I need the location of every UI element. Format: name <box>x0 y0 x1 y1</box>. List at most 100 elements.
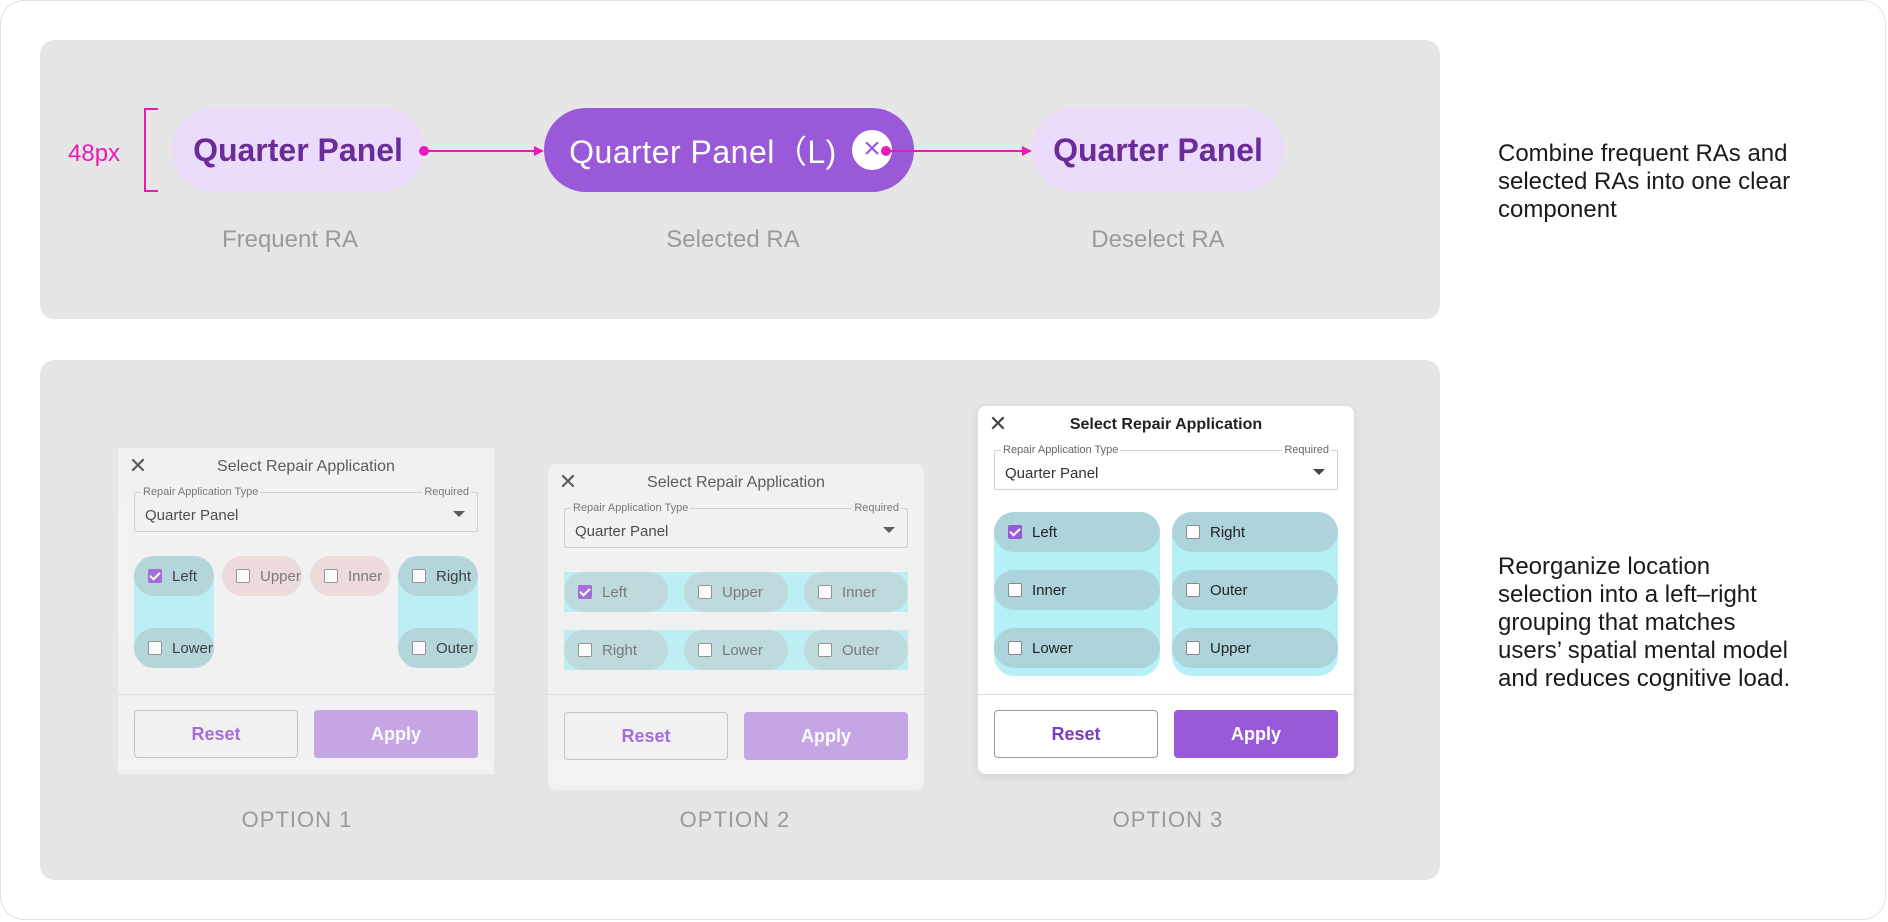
dialog-title: Select Repair Application <box>217 458 395 475</box>
checkbox-inner[interactable]: Inner <box>994 570 1160 610</box>
divider <box>978 694 1354 695</box>
note-bottom-line: grouping that matches <box>1498 609 1736 636</box>
apply-button[interactable]: Apply <box>1174 710 1338 758</box>
chevron-down-icon <box>1313 469 1325 475</box>
note-bottom-line: Reorganize location <box>1498 553 1711 580</box>
checkbox-icon <box>412 641 426 655</box>
caption-option-1: OPTION 1 <box>241 807 353 832</box>
option-label: Right <box>1210 523 1246 541</box>
repair-type-select[interactable]: Repair Application Type Required Quarter… <box>994 444 1338 490</box>
checkbox-lower[interactable]: Lower <box>994 628 1160 668</box>
divider <box>548 694 924 695</box>
option-label: Inner <box>842 583 877 601</box>
chevron-down-icon <box>453 511 465 517</box>
dialog-title: Select Repair Application <box>647 474 825 491</box>
note-bottom-line: selection into a left–right <box>1498 581 1757 608</box>
checkbox-icon <box>1186 641 1200 655</box>
option-label: Upper <box>722 583 763 601</box>
note-top: Combine frequent RAs and selected RAs in… <box>1498 140 1838 224</box>
caption-option-3: OPTION 3 <box>1112 807 1224 832</box>
checkbox-lower[interactable]: Lower <box>134 628 214 668</box>
remove-chip-icon[interactable]: × <box>852 130 892 170</box>
checkbox-right[interactable]: Right <box>1172 512 1338 552</box>
checkbox-lower[interactable]: Lower <box>684 630 788 670</box>
option-label: Left <box>602 583 628 601</box>
caption-selected-ra: Selected RA <box>666 226 800 253</box>
checkbox-upper[interactable]: Upper <box>684 572 788 612</box>
reset-button[interactable]: Reset <box>134 710 298 758</box>
chip-selected-label: Quarter Panel（L) <box>569 134 837 170</box>
field-required: Required <box>852 502 901 514</box>
note-bottom-line: users’ spatial mental model <box>1498 637 1788 664</box>
apply-button[interactable]: Apply <box>314 710 478 758</box>
repair-type-select[interactable]: Repair Application Type Required Quarter… <box>134 486 478 532</box>
field-label: Repair Application Type <box>1001 444 1121 456</box>
note-top-line: Combine frequent RAs and <box>1498 140 1788 167</box>
checkbox-icon <box>1008 583 1022 597</box>
field-value: Quarter Panel <box>1005 465 1099 482</box>
checkbox-left[interactable]: Left <box>134 556 214 596</box>
dialog-option-2: ✕ Select Repair Application Repair Appli… <box>548 464 924 790</box>
option-label: Upper <box>260 567 301 585</box>
option-label: Left <box>1032 523 1058 541</box>
repair-type-select[interactable]: Repair Application Type Required Quarter… <box>564 502 908 548</box>
checkbox-icon <box>1186 525 1200 539</box>
option-label: Outer <box>436 639 474 657</box>
option-label: Inner <box>348 567 383 585</box>
checkbox-outer[interactable]: Outer <box>1172 570 1338 610</box>
caption-frequent-ra: Frequent RA <box>221 226 359 253</box>
option-label: Outer <box>1210 581 1248 599</box>
checkbox-upper[interactable]: Upper <box>1172 628 1338 668</box>
field-value: Quarter Panel <box>575 523 669 540</box>
checkbox-right[interactable]: Right <box>398 556 478 596</box>
checkbox-checked-icon <box>1008 525 1022 539</box>
option-label: Right <box>436 567 472 585</box>
reset-button[interactable]: Reset <box>994 710 1158 758</box>
option-label: Lower <box>722 641 763 659</box>
dialog-option-1: ✕ Select Repair Application Repair Appli… <box>118 448 494 774</box>
checkbox-left[interactable]: Left <box>994 512 1160 552</box>
checkbox-icon <box>698 585 712 599</box>
height-measure-label: 48px <box>68 140 121 167</box>
chip-frequent-ra[interactable]: Quarter Panel <box>172 108 424 192</box>
divider <box>118 694 494 695</box>
checkbox-icon <box>412 569 426 583</box>
field-required: Required <box>1282 444 1331 456</box>
checkbox-right[interactable]: Right <box>564 630 668 670</box>
field-label: Repair Application Type <box>141 486 261 498</box>
checkbox-icon <box>236 569 250 583</box>
checkbox-left[interactable]: Left <box>564 572 668 612</box>
option-label: Lower <box>172 639 213 657</box>
apply-button[interactable]: Apply <box>744 712 908 760</box>
caption-deselect-ra: Deselect RA <box>1091 226 1225 253</box>
chip-deselect-ra[interactable]: Quarter Panel <box>1032 108 1284 192</box>
checkbox-icon <box>818 643 832 657</box>
checkbox-icon <box>1008 641 1022 655</box>
checkbox-checked-icon <box>148 569 162 583</box>
checkbox-inner[interactable]: Inner <box>804 572 908 612</box>
reset-button[interactable]: Reset <box>564 712 728 760</box>
dialog-title: Select Repair Application <box>1069 416 1263 433</box>
field-required: Required <box>422 486 471 498</box>
height-bracket <box>144 108 158 192</box>
checkbox-inner[interactable]: Inner <box>310 556 390 596</box>
field-label: Repair Application Type <box>571 502 691 514</box>
checkbox-upper[interactable]: Upper <box>222 556 302 596</box>
checkbox-icon <box>1186 583 1200 597</box>
option-label: Outer <box>842 641 880 659</box>
note-bottom: Reorganize location selection into a lef… <box>1498 553 1838 693</box>
checkbox-outer[interactable]: Outer <box>398 628 478 668</box>
dialog-option-3: ✕ Select Repair Application Repair Appli… <box>978 406 1354 774</box>
option-label: Left <box>172 567 198 585</box>
caption-option-2: OPTION 2 <box>679 807 791 832</box>
checkbox-outer[interactable]: Outer <box>804 630 908 670</box>
checkbox-icon <box>578 643 592 657</box>
option-label: Lower <box>1032 639 1073 657</box>
checkbox-icon <box>148 641 162 655</box>
chip-selected-ra[interactable]: Quarter Panel（L) × <box>544 108 914 192</box>
chevron-down-icon <box>883 527 895 533</box>
checkbox-icon <box>818 585 832 599</box>
option-label: Right <box>602 641 638 659</box>
note-top-line: selected RAs into one clear <box>1498 168 1791 195</box>
checkbox-icon <box>324 569 338 583</box>
